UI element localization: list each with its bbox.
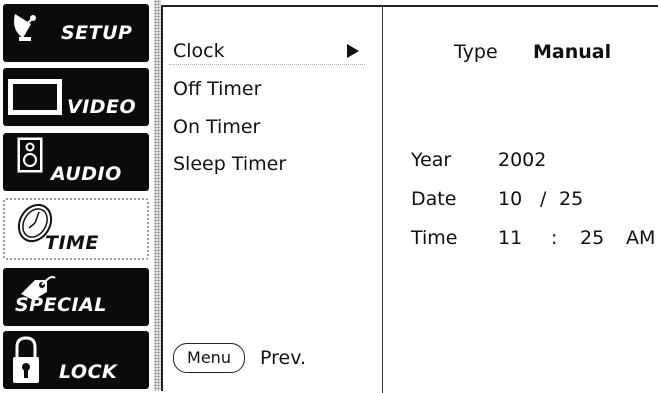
type-value[interactable]: Manual: [533, 41, 611, 63]
sidebar-separator: [154, 0, 161, 391]
date-separator: /: [540, 188, 547, 210]
submenu-item-sleep-timer[interactable]: Sleep Timer: [173, 153, 286, 175]
submenu-item-label: Clock: [173, 40, 225, 62]
arrow-right-icon: [347, 44, 359, 58]
padlock-icon: [11, 335, 41, 391]
sidebar-item-label: SETUP: [61, 22, 133, 44]
time-submenu: Clock Off Timer On Timer Sleep Timer Men…: [163, 7, 382, 393]
time-hour-value[interactable]: 11: [498, 227, 522, 249]
prev-label: Prev.: [260, 347, 307, 369]
sidebar-item-special[interactable]: SPECIAL: [3, 268, 149, 326]
main-menu-sidebar: SETUP VIDEO AUDIO TIME SPECIAL LOCK: [0, 0, 154, 391]
year-value[interactable]: 2002: [498, 149, 546, 171]
satellite-dish-icon: [9, 10, 43, 48]
time-minute-value[interactable]: 25: [580, 227, 604, 249]
submenu-item-on-timer[interactable]: On Timer: [173, 116, 260, 138]
submenu-item-clock[interactable]: Clock: [169, 37, 365, 65]
sidebar-item-label: AUDIO: [51, 163, 122, 185]
date-month-value[interactable]: 10: [498, 188, 522, 210]
submenu-item-off-timer[interactable]: Off Timer: [173, 78, 261, 100]
date-label: Date: [411, 188, 457, 210]
time-menu-screen: SETUP VIDEO AUDIO TIME SPECIAL LOCK Cloc…: [0, 0, 658, 393]
tv-screen-icon: [7, 78, 63, 120]
sidebar-item-time[interactable]: TIME: [3, 198, 149, 260]
menu-button[interactable]: Menu: [173, 343, 245, 373]
time-settings-panel: Clock Off Timer On Timer Sleep Timer Men…: [161, 5, 658, 393]
clock-settings: Type Manual Year 2002 Date 10 / 25 Time …: [383, 7, 658, 393]
sidebar-item-label: VIDEO: [67, 96, 137, 118]
sidebar-item-label: TIME: [45, 232, 99, 254]
sidebar-item-label: LOCK: [59, 361, 118, 383]
sidebar-item-lock[interactable]: LOCK: [3, 331, 149, 389]
sidebar-item-label: SPECIAL: [15, 294, 107, 316]
type-label: Type: [454, 41, 498, 63]
time-label: Time: [411, 227, 458, 249]
date-day-value[interactable]: 25: [559, 188, 583, 210]
time-separator: :: [551, 227, 558, 249]
sidebar-item-setup[interactable]: SETUP: [3, 4, 149, 62]
speaker-icon: [17, 137, 43, 177]
time-ampm-value[interactable]: AM: [626, 227, 655, 249]
year-label: Year: [411, 149, 452, 171]
sidebar-item-video[interactable]: VIDEO: [3, 68, 149, 126]
sidebar-item-audio[interactable]: AUDIO: [3, 133, 149, 191]
